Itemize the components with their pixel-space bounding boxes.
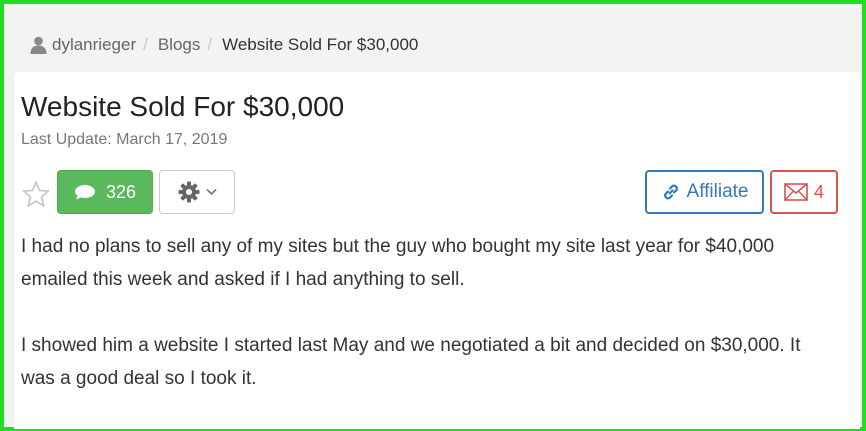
breadcrumb-current: Website Sold For $30,000 xyxy=(222,35,419,54)
gear-icon xyxy=(178,181,199,203)
settings-dropdown-button[interactable] xyxy=(159,170,235,214)
breadcrumb-separator: / xyxy=(207,35,213,54)
affiliate-label: Affiliate xyxy=(686,181,749,202)
chevron-down-icon xyxy=(205,188,217,196)
messages-button[interactable]: 4 xyxy=(770,170,838,214)
star-icon[interactable] xyxy=(22,180,50,208)
breadcrumb: dylanrieger / Blogs / Website Sold For $… xyxy=(30,35,418,55)
breadcrumb-user-link[interactable]: dylanrieger xyxy=(52,35,136,55)
message-count: 4 xyxy=(813,181,824,202)
post-paragraph: I showed him a website I started last Ma… xyxy=(21,335,801,389)
comment-bubble-icon xyxy=(74,185,95,200)
link-icon xyxy=(663,184,678,200)
breadcrumb-separator: / xyxy=(143,35,148,54)
affiliate-button[interactable]: Affiliate xyxy=(645,170,764,214)
page-title: Website Sold For $30,000 xyxy=(21,91,345,122)
user-icon xyxy=(30,36,47,54)
last-update-text: Last Update: March 17, 2019 xyxy=(21,131,228,148)
breadcrumb-blogs-link[interactable]: Blogs xyxy=(158,35,201,55)
envelope-icon xyxy=(784,183,808,201)
comment-count: 326 xyxy=(105,181,137,202)
comments-button[interactable]: 326 xyxy=(57,170,153,214)
post-paragraph: I had no plans to sell any of my sites b… xyxy=(21,236,775,290)
post-body: I had no plans to sell any of my sites b… xyxy=(21,230,821,428)
